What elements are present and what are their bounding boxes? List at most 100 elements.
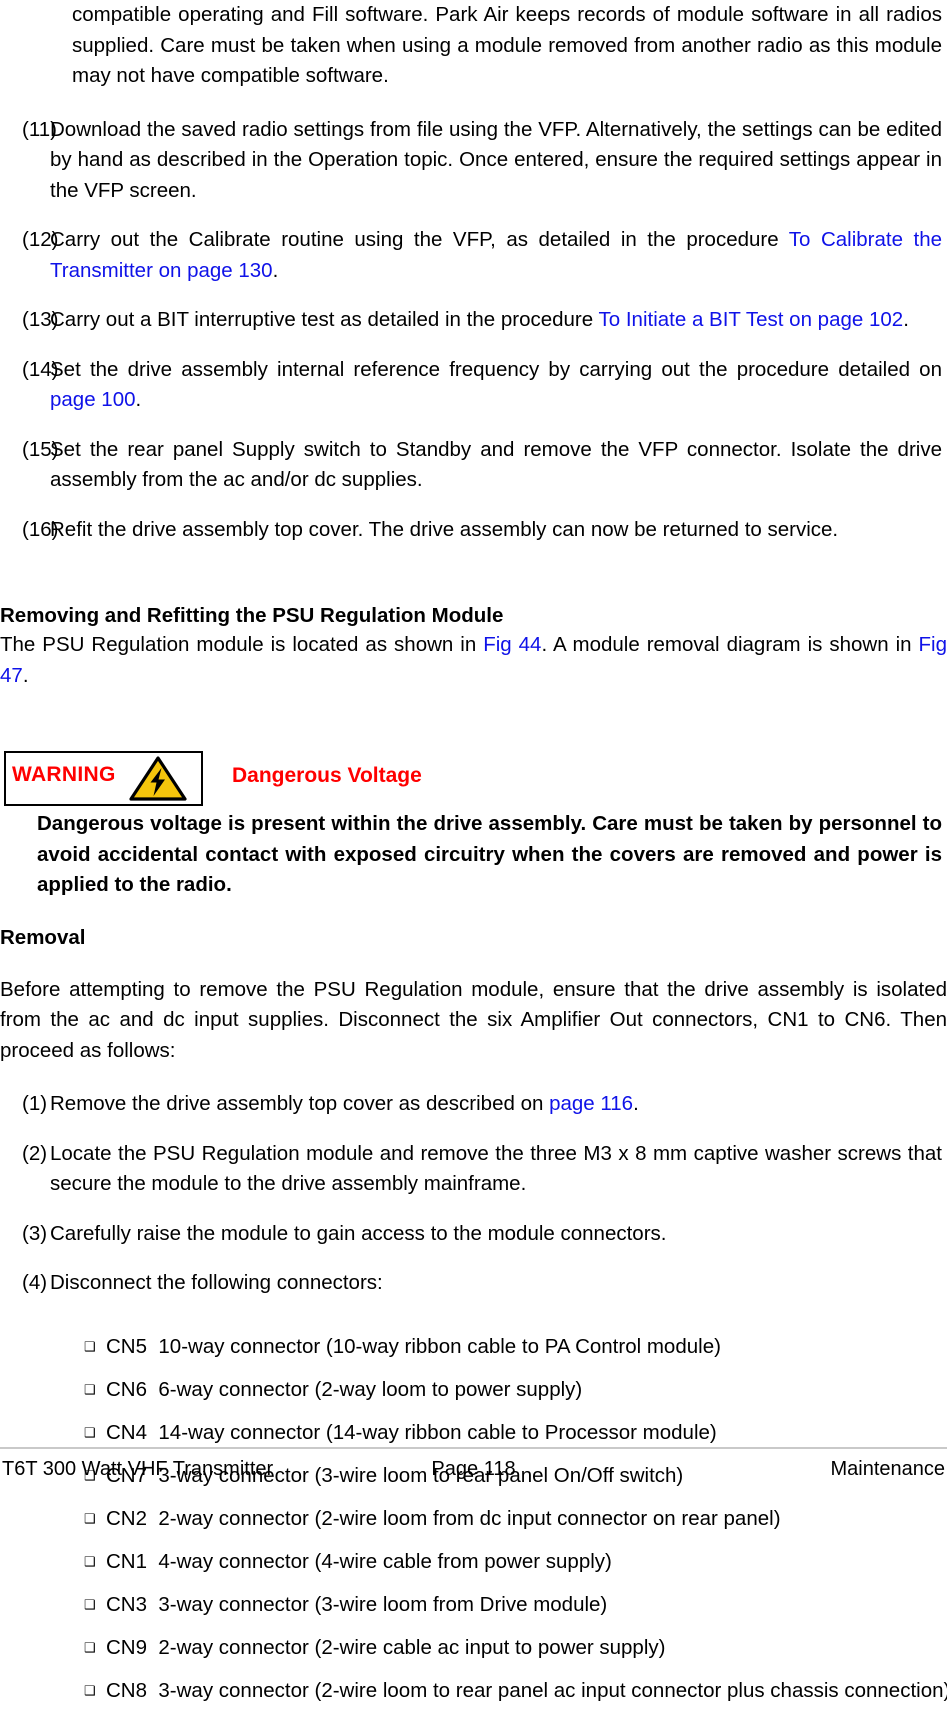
text-run: . bbox=[903, 308, 909, 331]
warning-title: Dangerous Voltage bbox=[232, 764, 422, 787]
step-number: (11) bbox=[22, 117, 57, 141]
step-number: (2) bbox=[22, 1141, 48, 1165]
footer-divider bbox=[0, 1447, 947, 1449]
step-number: (4) bbox=[22, 1271, 48, 1294]
hollow-square-bullet-icon: ❑ bbox=[84, 1682, 96, 1698]
text-run: Refit the drive assembly top cover. The … bbox=[50, 517, 839, 541]
text-run: The PSU Regulation module is located as … bbox=[0, 633, 484, 656]
numbered-step: (14) Set the drive assembly internal refe… bbox=[0, 355, 947, 416]
text-run: Set the drive assembly internal referenc… bbox=[50, 357, 942, 381]
connector-description: CN9 2-way connector (2-wire cable ac inp… bbox=[106, 1635, 666, 1659]
warning-body-text: Dangerous voltage is present within the … bbox=[37, 812, 942, 896]
text-run: Locate the PSU Regulation module and rem… bbox=[50, 1141, 942, 1196]
connector-list-item: ❑ CN5 10-way connector (10-way ribbon cab… bbox=[0, 1332, 947, 1363]
footer-page-number: Page 118 bbox=[431, 1458, 516, 1480]
warning-label: WARNING bbox=[12, 763, 116, 786]
page-footer: T6T 300 Watt VHF Transmitter Page 118 Ma… bbox=[0, 1456, 947, 1484]
connector-list-item: ❑ CN1 4-way connector (4-wire cable from … bbox=[0, 1547, 947, 1578]
numbered-step: (1) Remove the drive assembly top cover a… bbox=[0, 1089, 947, 1120]
step-number: (16) bbox=[22, 517, 59, 541]
text-run: . A module removal diagram is shown in bbox=[541, 633, 919, 656]
step-number: (13) bbox=[22, 308, 59, 331]
connector-list-item: ❑ CN9 2-way connector (2-wire cable ac in… bbox=[0, 1633, 947, 1664]
connector-description: CN5 10-way connector (10-way ribbon cabl… bbox=[106, 1334, 721, 1358]
numbered-step: (13) Carry out a BIT interruptive test as… bbox=[0, 305, 947, 336]
step-number: (1) bbox=[22, 1092, 48, 1115]
connector-list-item: ❑ CN8 3-way connector (2-wire loom to rea… bbox=[0, 1676, 947, 1707]
text-run: Carry out the Calibrate routine using th… bbox=[50, 228, 789, 251]
text-run: . bbox=[633, 1092, 639, 1115]
text-run: . bbox=[272, 258, 279, 282]
step-text: Refit the drive assembly top cover. The … bbox=[50, 515, 947, 546]
step-text: Set the rear panel Supply switch to Stan… bbox=[50, 435, 947, 496]
step-text: Locate the PSU Regulation module and rem… bbox=[50, 1139, 947, 1200]
removal-heading: Removal bbox=[0, 925, 86, 949]
hollow-square-bullet-icon: ❑ bbox=[84, 1424, 96, 1440]
step-number: (12) bbox=[22, 228, 59, 251]
warning-banner: WARNING Dangerous Voltage bbox=[0, 751, 947, 809]
footer-right-text: Maintenance bbox=[830, 1458, 945, 1480]
step-text: Carefully raise the module to gain acces… bbox=[50, 1219, 947, 1250]
step-number: (15) bbox=[22, 437, 59, 461]
removal-intro-paragraph: Before attempting to remove the PSU Regu… bbox=[0, 977, 947, 1062]
text-run: Remove the drive assembly top cover as d… bbox=[50, 1092, 550, 1115]
hollow-square-bullet-icon: ❑ bbox=[84, 1338, 96, 1354]
hollow-square-bullet-icon: ❑ bbox=[84, 1596, 96, 1612]
numbered-step: (12) Carry out the Calibrate routine usin… bbox=[0, 225, 947, 286]
step-text: Carry out the Calibrate routine using th… bbox=[50, 225, 947, 286]
step-number: (3) bbox=[22, 1221, 48, 1245]
connector-description: CN3 3-way connector (3-wire loom from Dr… bbox=[106, 1592, 608, 1616]
connector-description: CN2 2-way connector (2-wire loom from dc… bbox=[106, 1506, 781, 1530]
numbered-step: (3) Carefully raise the module to gain ac… bbox=[0, 1219, 947, 1250]
step-number: (14) bbox=[22, 357, 59, 381]
numbered-step-list-removal: (1) Remove the drive assembly top cover a… bbox=[0, 1089, 947, 1299]
connector-bullet-list: ❑ CN5 10-way connector (10-way ribbon cab… bbox=[0, 1332, 947, 1707]
numbered-step-list-top: (11) Download the saved radio settings fr… bbox=[0, 115, 947, 546]
continuation-paragraph: compatible operating and Fill software. … bbox=[72, 3, 942, 87]
hollow-square-bullet-icon: ❑ bbox=[84, 1381, 96, 1397]
cross-reference-link[interactable]: page 116 bbox=[549, 1092, 633, 1115]
text-run: Disconnect the following connectors: bbox=[50, 1271, 383, 1294]
numbered-step: (11) Download the saved radio settings fr… bbox=[0, 115, 947, 207]
connector-description: CN1 4-way connector (4-wire cable from p… bbox=[106, 1549, 612, 1573]
hollow-square-bullet-icon: ❑ bbox=[84, 1553, 96, 1569]
connector-description: CN8 3-way connector (2-wire loom to rear… bbox=[106, 1678, 947, 1702]
numbered-step: (15) Set the rear panel Supply switch to … bbox=[0, 435, 947, 496]
text-run: Download the saved radio settings from f… bbox=[50, 117, 942, 202]
step-text: Disconnect the following connectors: bbox=[50, 1268, 947, 1299]
step-text: Remove the drive assembly top cover as d… bbox=[50, 1089, 947, 1120]
text-run: . bbox=[22, 663, 29, 687]
connector-list-item: ❑ CN3 3-way connector (3-wire loom from D… bbox=[0, 1590, 947, 1621]
section-heading: Removing and Refitting the PSU Regulatio… bbox=[0, 604, 504, 627]
connector-list-item: ❑ CN6 6-way connector (2-way loom to powe… bbox=[0, 1375, 947, 1406]
text-run: Carry out a BIT interruptive test as det… bbox=[50, 308, 599, 331]
section-intro-paragraph: The PSU Regulation module is located as … bbox=[0, 630, 947, 691]
document-page: compatible operating and Fill software. … bbox=[0, 0, 947, 1702]
step-text: Carry out a BIT interruptive test as det… bbox=[50, 305, 947, 336]
connector-list-item: ❑ CN2 2-way connector (2-wire loom from d… bbox=[0, 1504, 947, 1535]
electrical-hazard-triangle-icon bbox=[128, 755, 188, 802]
connector-description: CN6 6-way connector (2-way loom to power… bbox=[106, 1377, 583, 1401]
step-text: Set the drive assembly internal referenc… bbox=[50, 355, 947, 416]
connector-description: CN4 14-way connector (14-way ribbon cabl… bbox=[106, 1420, 717, 1444]
cross-reference-link[interactable]: To Initiate a BIT Test on page 102 bbox=[599, 308, 904, 331]
text-run: Set the rear panel Supply switch to Stan… bbox=[50, 437, 942, 492]
cross-reference-link[interactable]: page 100 bbox=[50, 388, 136, 411]
cross-reference-link[interactable]: Fig 44 bbox=[483, 633, 541, 656]
hollow-square-bullet-icon: ❑ bbox=[84, 1639, 96, 1655]
step-text: Download the saved radio settings from f… bbox=[50, 115, 947, 207]
numbered-step: (2) Locate the PSU Regulation module and … bbox=[0, 1139, 947, 1200]
text-run: . bbox=[135, 388, 142, 411]
text-run: Carefully raise the module to gain acces… bbox=[50, 1221, 667, 1245]
hollow-square-bullet-icon: ❑ bbox=[84, 1510, 96, 1526]
connector-list-item: ❑ CN4 14-way connector (14-way ribbon cab… bbox=[0, 1418, 947, 1449]
numbered-step: (4) Disconnect the following connectors: bbox=[0, 1268, 947, 1299]
numbered-step: (16) Refit the drive assembly top cover. … bbox=[0, 515, 947, 546]
